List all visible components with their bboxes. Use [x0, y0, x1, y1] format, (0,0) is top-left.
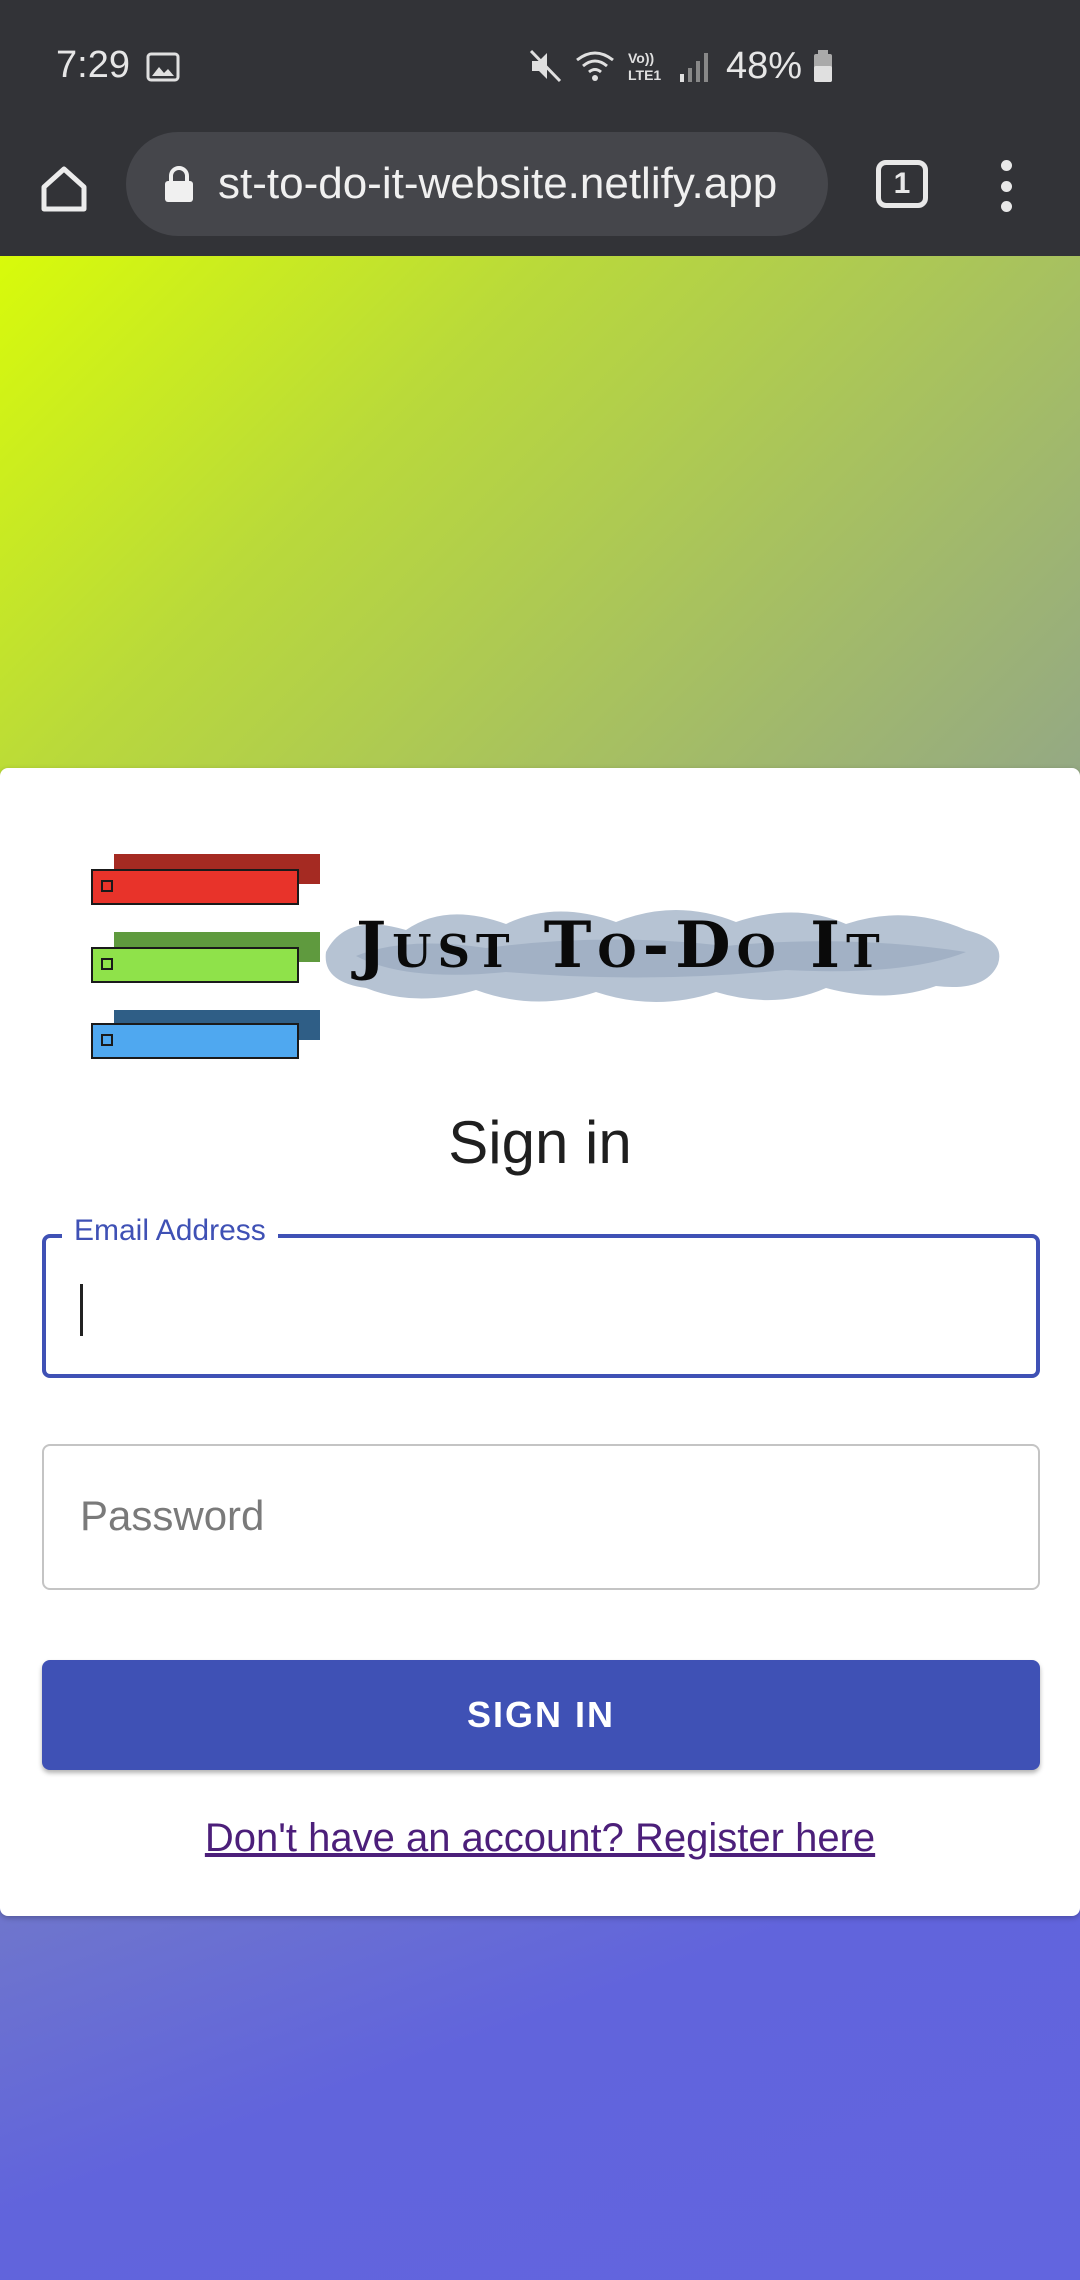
- lock-icon: [165, 166, 193, 202]
- password-placeholder: Password: [80, 1492, 265, 1539]
- battery-icon: [814, 50, 833, 82]
- svg-text:LTE1: LTE1: [628, 67, 661, 83]
- email-label: Email Address: [62, 1214, 278, 1248]
- status-bar: 7:29 Vo)) LTE1 48%: [0, 0, 1080, 132]
- signin-card: Just To-Do It Sign in Email Address Pass…: [0, 768, 1080, 1916]
- app-logo: Just To-Do It: [86, 852, 1014, 1072]
- signal-icon: [680, 53, 708, 82]
- sign-in-button[interactable]: SIGN IN: [42, 1660, 1040, 1770]
- browser-toolbar: st-to-do-it-website.netlify.app 1: [0, 132, 1080, 256]
- email-input[interactable]: [78, 1274, 1008, 1338]
- gallery-icon: [146, 52, 180, 82]
- email-field[interactable]: Email Address: [42, 1214, 1040, 1378]
- background-gradient-bottom: [0, 1910, 1080, 2280]
- battery-percent: 48%: [726, 44, 803, 87]
- status-time: 7:29: [56, 44, 130, 86]
- password-field[interactable]: Password: [42, 1444, 1040, 1590]
- volte-icon: Vo)) LTE1: [628, 50, 661, 83]
- mute-icon: [529, 49, 562, 83]
- tab-switcher-button[interactable]: 1: [876, 160, 928, 208]
- address-bar[interactable]: st-to-do-it-website.netlify.app: [126, 132, 828, 236]
- menu-dot: [1000, 201, 1012, 212]
- more-menu-button[interactable]: [990, 154, 1022, 218]
- svg-text:Vo)): Vo)): [628, 50, 654, 66]
- menu-dot: [1000, 180, 1012, 192]
- page-title: Sign in: [448, 1109, 632, 1176]
- wifi-icon: [576, 51, 614, 81]
- status-icons: Vo)) LTE1 48%: [528, 44, 834, 88]
- background-gradient-top: [0, 256, 1080, 786]
- register-link[interactable]: Don't have an account? Register here: [0, 1816, 1080, 1861]
- home-button[interactable]: [34, 154, 94, 224]
- url-text: st-to-do-it-website.netlify.app: [218, 159, 778, 208]
- logo-text: Just To-Do It: [356, 908, 886, 983]
- text-caret: [80, 1284, 83, 1336]
- home-icon: [41, 166, 87, 212]
- menu-dot: [1000, 160, 1012, 171]
